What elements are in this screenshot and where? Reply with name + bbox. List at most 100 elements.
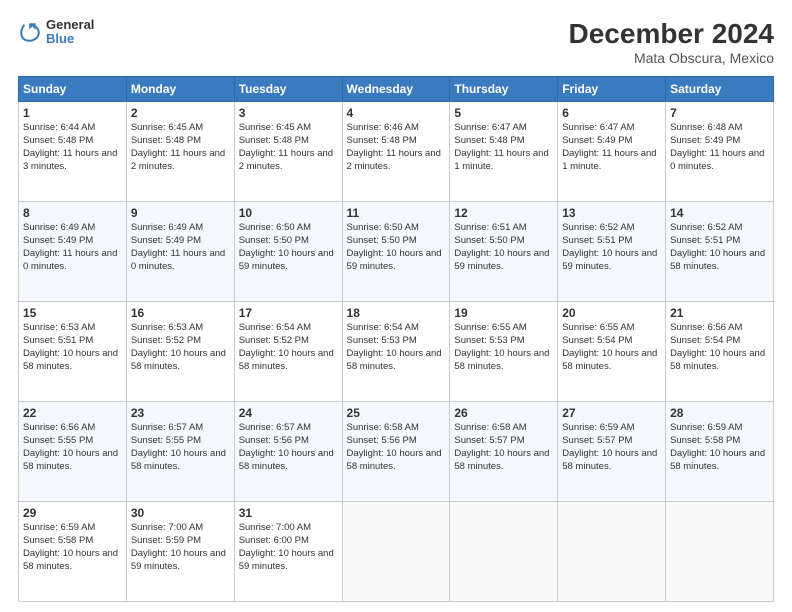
daylight-label: Daylight: 11 hours and 2 minutes. <box>131 148 225 172</box>
table-row: 19 Sunrise: 6:55 AM Sunset: 5:53 PM Dayl… <box>450 302 558 402</box>
day-number: 6 <box>562 105 661 121</box>
sunrise-label: Sunrise: 7:00 AM <box>131 522 203 533</box>
logo-icon <box>18 20 42 44</box>
calendar-week-row: 8 Sunrise: 6:49 AM Sunset: 5:49 PM Dayli… <box>19 202 774 302</box>
table-row: 15 Sunrise: 6:53 AM Sunset: 5:51 PM Dayl… <box>19 302 127 402</box>
sunrise-label: Sunrise: 6:55 AM <box>562 322 634 333</box>
table-row <box>450 502 558 602</box>
daylight-label: Daylight: 10 hours and 58 minutes. <box>562 348 657 372</box>
sunset-label: Sunset: 5:57 PM <box>454 435 524 446</box>
col-monday: Monday <box>126 77 234 102</box>
daylight-label: Daylight: 10 hours and 58 minutes. <box>454 348 549 372</box>
day-number: 18 <box>347 305 446 321</box>
table-row: 4 Sunrise: 6:46 AM Sunset: 5:48 PM Dayli… <box>342 102 450 202</box>
table-row: 2 Sunrise: 6:45 AM Sunset: 5:48 PM Dayli… <box>126 102 234 202</box>
day-number: 28 <box>670 405 769 421</box>
day-number: 25 <box>347 405 446 421</box>
sunset-label: Sunset: 5:49 PM <box>131 235 201 246</box>
sunset-label: Sunset: 5:48 PM <box>23 135 93 146</box>
sunrise-label: Sunrise: 6:54 AM <box>239 322 311 333</box>
sunset-label: Sunset: 5:51 PM <box>670 235 740 246</box>
day-number: 19 <box>454 305 553 321</box>
daylight-label: Daylight: 11 hours and 2 minutes. <box>347 148 441 172</box>
daylight-label: Daylight: 10 hours and 58 minutes. <box>670 348 765 372</box>
daylight-label: Daylight: 10 hours and 58 minutes. <box>131 448 226 472</box>
daylight-label: Daylight: 10 hours and 59 minutes. <box>562 248 657 272</box>
sunrise-label: Sunrise: 6:55 AM <box>454 322 526 333</box>
sunset-label: Sunset: 5:57 PM <box>562 435 632 446</box>
sunrise-label: Sunrise: 6:52 AM <box>670 222 742 233</box>
sunset-label: Sunset: 5:56 PM <box>347 435 417 446</box>
daylight-label: Daylight: 11 hours and 2 minutes. <box>239 148 333 172</box>
logo-text: General Blue <box>46 18 94 47</box>
daylight-label: Daylight: 10 hours and 58 minutes. <box>347 348 442 372</box>
daylight-label: Daylight: 10 hours and 58 minutes. <box>670 448 765 472</box>
logo: General Blue <box>18 18 94 47</box>
sunrise-label: Sunrise: 6:58 AM <box>347 422 419 433</box>
sunset-label: Sunset: 5:49 PM <box>562 135 632 146</box>
sunset-label: Sunset: 5:49 PM <box>670 135 740 146</box>
day-number: 15 <box>23 305 122 321</box>
sunrise-label: Sunrise: 6:57 AM <box>239 422 311 433</box>
sunrise-label: Sunrise: 6:50 AM <box>347 222 419 233</box>
sunset-label: Sunset: 5:52 PM <box>239 335 309 346</box>
logo-line2: Blue <box>46 32 94 46</box>
sunrise-label: Sunrise: 6:59 AM <box>670 422 742 433</box>
sunrise-label: Sunrise: 6:49 AM <box>23 222 95 233</box>
col-wednesday: Wednesday <box>342 77 450 102</box>
day-number: 29 <box>23 505 122 521</box>
sunrise-label: Sunrise: 6:47 AM <box>454 122 526 133</box>
table-row: 28 Sunrise: 6:59 AM Sunset: 5:58 PM Dayl… <box>666 402 774 502</box>
day-number: 11 <box>347 205 446 221</box>
table-row: 10 Sunrise: 6:50 AM Sunset: 5:50 PM Dayl… <box>234 202 342 302</box>
title-block: December 2024 Mata Obscura, Mexico <box>569 18 774 66</box>
day-number: 16 <box>131 305 230 321</box>
day-number: 30 <box>131 505 230 521</box>
table-row: 5 Sunrise: 6:47 AM Sunset: 5:48 PM Dayli… <box>450 102 558 202</box>
sunrise-label: Sunrise: 6:54 AM <box>347 322 419 333</box>
day-number: 1 <box>23 105 122 121</box>
sunrise-label: Sunrise: 6:59 AM <box>23 522 95 533</box>
calendar-table: Sunday Monday Tuesday Wednesday Thursday… <box>18 76 774 602</box>
col-thursday: Thursday <box>450 77 558 102</box>
day-number: 10 <box>239 205 338 221</box>
table-row: 12 Sunrise: 6:51 AM Sunset: 5:50 PM Dayl… <box>450 202 558 302</box>
daylight-label: Daylight: 10 hours and 58 minutes. <box>23 448 118 472</box>
table-row: 17 Sunrise: 6:54 AM Sunset: 5:52 PM Dayl… <box>234 302 342 402</box>
header: General Blue December 2024 Mata Obscura,… <box>18 18 774 66</box>
sunset-label: Sunset: 5:55 PM <box>131 435 201 446</box>
table-row: 25 Sunrise: 6:58 AM Sunset: 5:56 PM Dayl… <box>342 402 450 502</box>
sunrise-label: Sunrise: 6:59 AM <box>562 422 634 433</box>
day-number: 13 <box>562 205 661 221</box>
sunset-label: Sunset: 5:50 PM <box>239 235 309 246</box>
daylight-label: Daylight: 11 hours and 0 minutes. <box>670 148 764 172</box>
calendar-week-row: 15 Sunrise: 6:53 AM Sunset: 5:51 PM Dayl… <box>19 302 774 402</box>
table-row: 3 Sunrise: 6:45 AM Sunset: 5:48 PM Dayli… <box>234 102 342 202</box>
table-row: 7 Sunrise: 6:48 AM Sunset: 5:49 PM Dayli… <box>666 102 774 202</box>
sunset-label: Sunset: 5:48 PM <box>347 135 417 146</box>
day-number: 31 <box>239 505 338 521</box>
day-number: 12 <box>454 205 553 221</box>
col-saturday: Saturday <box>666 77 774 102</box>
sunset-label: Sunset: 5:51 PM <box>23 335 93 346</box>
table-row: 1 Sunrise: 6:44 AM Sunset: 5:48 PM Dayli… <box>19 102 127 202</box>
table-row: 9 Sunrise: 6:49 AM Sunset: 5:49 PM Dayli… <box>126 202 234 302</box>
daylight-label: Daylight: 11 hours and 1 minute. <box>454 148 548 172</box>
table-row: 6 Sunrise: 6:47 AM Sunset: 5:49 PM Dayli… <box>558 102 666 202</box>
table-row: 29 Sunrise: 6:59 AM Sunset: 5:58 PM Dayl… <box>19 502 127 602</box>
table-row: 11 Sunrise: 6:50 AM Sunset: 5:50 PM Dayl… <box>342 202 450 302</box>
daylight-label: Daylight: 10 hours and 58 minutes. <box>239 348 334 372</box>
day-number: 14 <box>670 205 769 221</box>
day-number: 3 <box>239 105 338 121</box>
calendar-week-row: 29 Sunrise: 6:59 AM Sunset: 5:58 PM Dayl… <box>19 502 774 602</box>
daylight-label: Daylight: 10 hours and 58 minutes. <box>670 248 765 272</box>
table-row <box>342 502 450 602</box>
daylight-label: Daylight: 11 hours and 0 minutes. <box>23 248 117 272</box>
day-number: 24 <box>239 405 338 421</box>
sunset-label: Sunset: 5:51 PM <box>562 235 632 246</box>
sunset-label: Sunset: 5:50 PM <box>347 235 417 246</box>
sunset-label: Sunset: 5:52 PM <box>131 335 201 346</box>
sunset-label: Sunset: 5:49 PM <box>23 235 93 246</box>
sunset-label: Sunset: 5:53 PM <box>454 335 524 346</box>
sunrise-label: Sunrise: 6:56 AM <box>23 422 95 433</box>
